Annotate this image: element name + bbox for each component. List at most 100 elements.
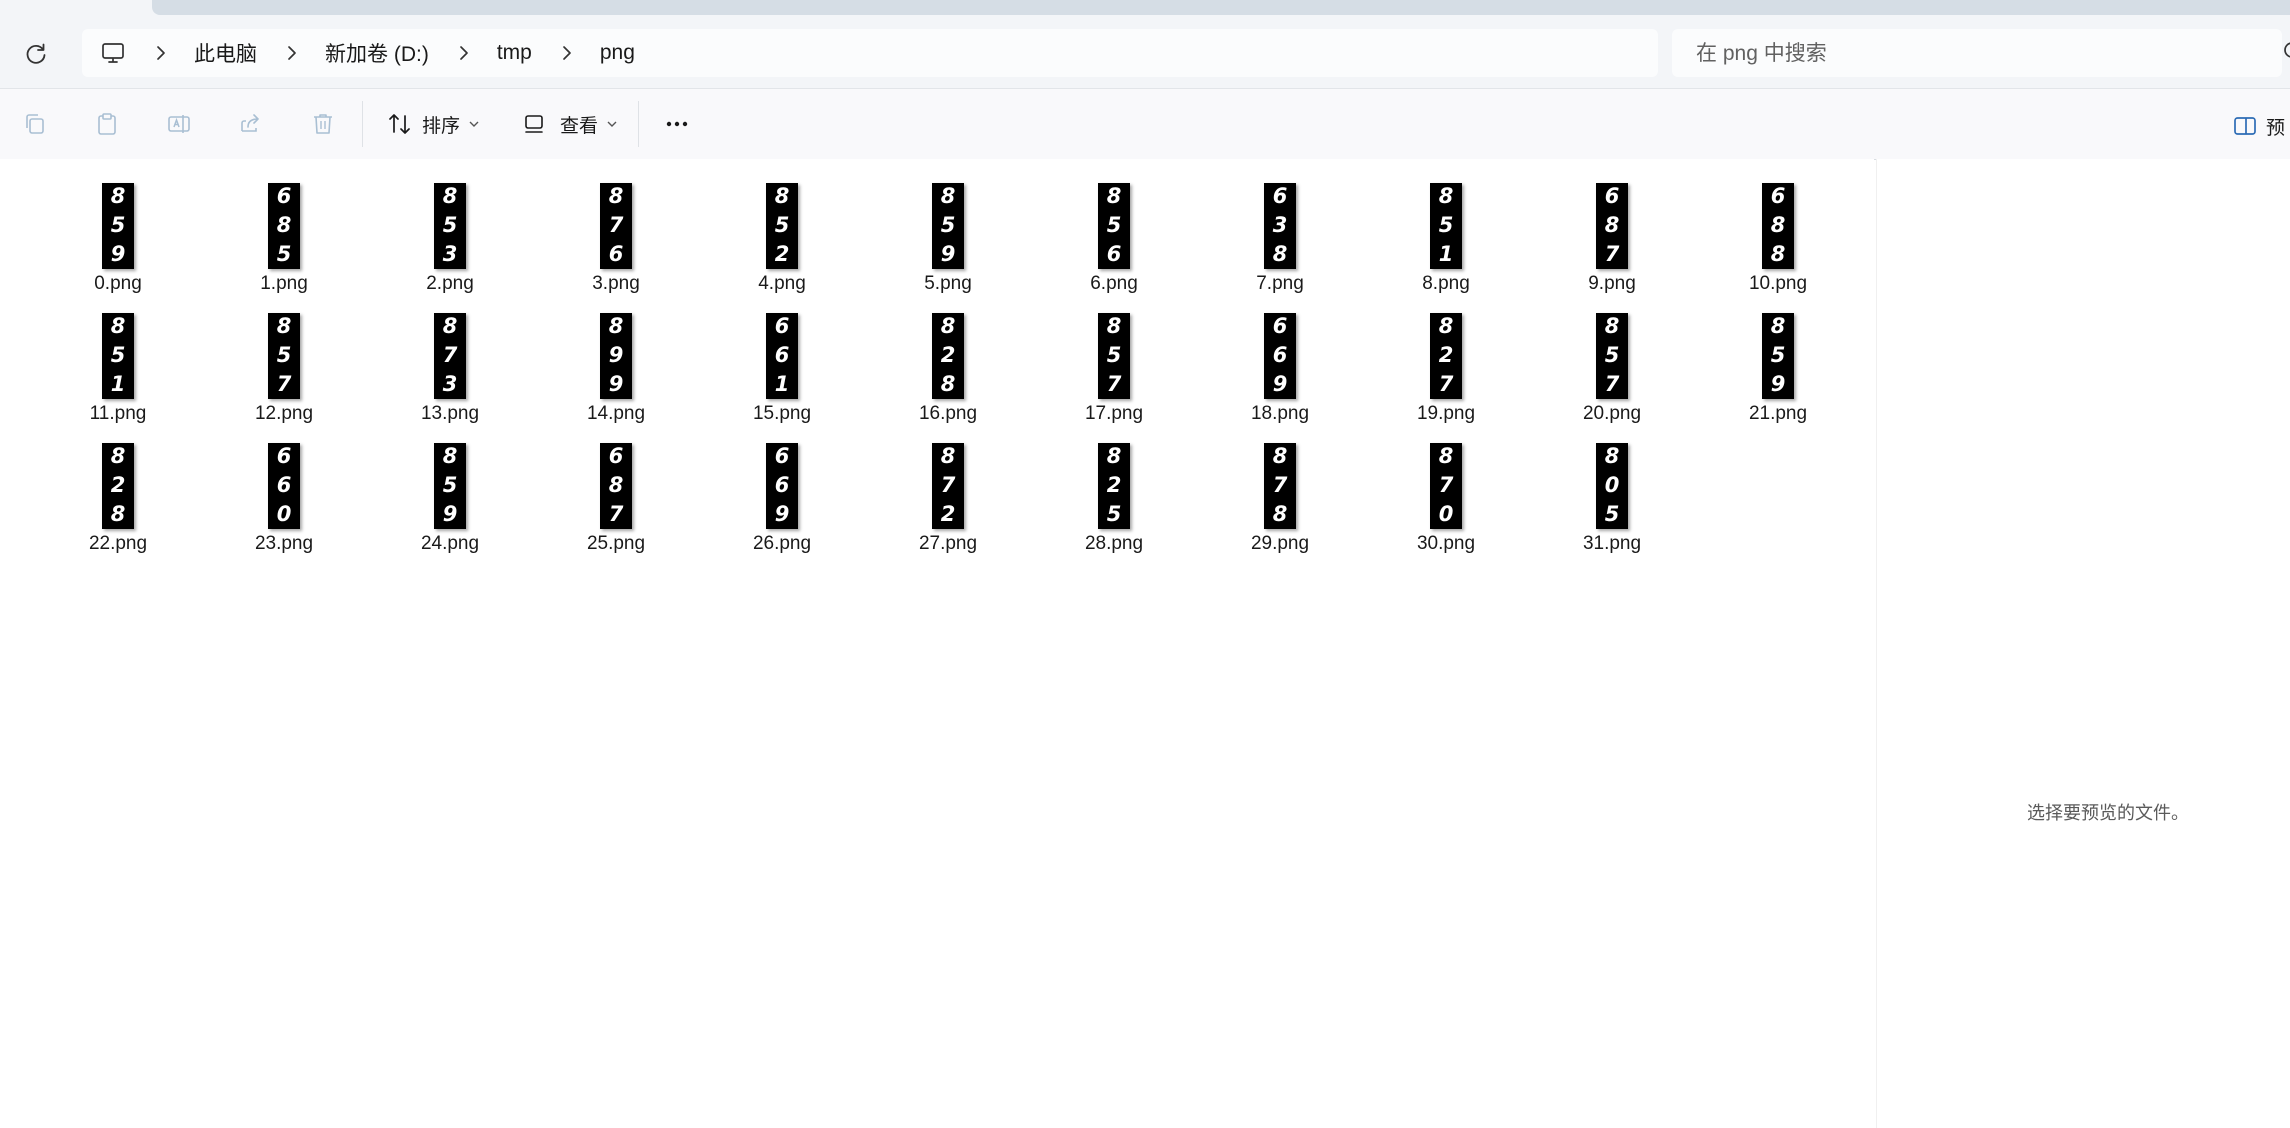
view-icon: [525, 115, 543, 133]
thumbnail-digit: 5: [1770, 342, 1786, 367]
rename-button[interactable]: [164, 109, 194, 139]
breadcrumb-tmp[interactable]: tmp: [497, 41, 532, 65]
delete-button[interactable]: [308, 109, 338, 139]
file-item[interactable]: 8 5 3 2.png: [380, 167, 520, 294]
address-bar-row: 此电脑 新加卷 (D:) tmp png: [0, 16, 2290, 88]
more-options-button[interactable]: [662, 109, 692, 139]
breadcrumb-this-pc[interactable]: 此电脑: [194, 38, 257, 68]
thumbnail-digit: 9: [1272, 371, 1288, 396]
thumbnail-digit: 8: [1604, 212, 1620, 237]
thumbnail-digit: 8: [110, 444, 126, 469]
chevron-right-icon[interactable]: [279, 40, 305, 66]
preview-pane-button[interactable]: 预: [2232, 111, 2285, 141]
active-tab[interactable]: [152, 0, 2290, 15]
file-item[interactable]: 8 5 2 4.png: [712, 167, 852, 294]
breadcrumb-png[interactable]: png: [600, 41, 635, 65]
file-item[interactable]: 8 7 0 30.png: [1376, 427, 1516, 554]
file-item[interactable]: 6 6 9 26.png: [712, 427, 852, 554]
refresh-button[interactable]: [20, 38, 52, 70]
file-name: 8.png: [1422, 273, 1470, 294]
trash-icon: [314, 114, 332, 134]
file-thumbnail: 8 5 9: [102, 183, 134, 269]
search-input[interactable]: [1694, 38, 2258, 70]
file-item[interactable]: 8 0 5 31.png: [1542, 427, 1682, 554]
file-item[interactable]: 8 2 8 16.png: [878, 297, 1018, 424]
copy-button[interactable]: [20, 109, 50, 139]
file-item[interactable]: 8 5 6 6.png: [1044, 167, 1184, 294]
file-name: 6.png: [1090, 273, 1138, 294]
sort-dropdown[interactable]: 排序: [386, 105, 480, 143]
file-item[interactable]: 8 7 3 13.png: [380, 297, 520, 424]
breadcrumb[interactable]: 此电脑 新加卷 (D:) tmp png: [82, 29, 1658, 77]
file-item[interactable]: 6 8 8 10.png: [1708, 167, 1848, 294]
file-item[interactable]: 6 3 8 7.png: [1210, 167, 1350, 294]
thumbnail-digit: 8: [276, 314, 292, 339]
thumbnail-digit: 5: [774, 212, 790, 237]
file-thumbnail: 8 5 1: [102, 313, 134, 399]
thumbnail-digit: 8: [608, 472, 624, 497]
file-name: 2.png: [426, 273, 474, 294]
file-name: 3.png: [592, 273, 640, 294]
file-item[interactable]: 8 5 9 0.png: [48, 167, 188, 294]
file-item[interactable]: 8 7 2 27.png: [878, 427, 1018, 554]
thumbnail-digit: 8: [1604, 444, 1620, 469]
file-item[interactable]: 6 6 0 23.png: [214, 427, 354, 554]
file-name: 13.png: [420, 403, 480, 424]
breadcrumb-volume-d[interactable]: 新加卷 (D:): [325, 38, 429, 68]
paste-button[interactable]: [92, 109, 122, 139]
preview-pane: 选择要预览的文件。: [1876, 159, 2290, 1128]
search-icon[interactable]: [2282, 40, 2290, 64]
file-name: 5.png: [924, 273, 972, 294]
file-item[interactable]: 8 2 7 19.png: [1376, 297, 1516, 424]
file-item[interactable]: 8 5 9 21.png: [1708, 297, 1848, 424]
file-thumbnail: 8 5 3: [434, 183, 466, 269]
thumbnail-digit: 6: [1770, 184, 1786, 209]
file-name: 28.png: [1084, 533, 1144, 554]
file-name: 12.png: [254, 403, 314, 424]
file-thumbnail: 8 7 2: [932, 443, 964, 529]
file-item[interactable]: 8 5 1 11.png: [48, 297, 188, 424]
file-thumbnail: 6 8 5: [268, 183, 300, 269]
file-item[interactable]: 6 8 5 1.png: [214, 167, 354, 294]
file-item[interactable]: 8 5 9 24.png: [380, 427, 520, 554]
file-item[interactable]: 8 5 7 17.png: [1044, 297, 1184, 424]
file-item[interactable]: 8 9 9 14.png: [546, 297, 686, 424]
thumbnail-digit: 3: [442, 241, 458, 266]
file-item[interactable]: 8 5 9 5.png: [878, 167, 1018, 294]
file-item[interactable]: 8 2 8 22.png: [48, 427, 188, 554]
file-item[interactable]: 6 8 7 25.png: [546, 427, 686, 554]
chevron-right-icon[interactable]: [148, 40, 174, 66]
thumbnail-digit: 8: [1272, 241, 1288, 266]
thumbnail-digit: 9: [1770, 371, 1786, 396]
thumbnail-digit: 5: [1604, 342, 1620, 367]
share-button[interactable]: [236, 109, 266, 139]
file-item[interactable]: 6 6 1 15.png: [712, 297, 852, 424]
thumbnail-digit: 5: [276, 241, 292, 266]
file-item[interactable]: 8 5 7 12.png: [214, 297, 354, 424]
file-name: 27.png: [918, 533, 978, 554]
view-dropdown[interactable]: 查看: [522, 105, 618, 143]
share-icon: [241, 114, 259, 132]
thumbnail-digit: 8: [1106, 444, 1122, 469]
thumbnail-digit: 8: [1438, 314, 1454, 339]
computer-icon[interactable]: [100, 40, 126, 66]
thumbnail-digit: 8: [940, 444, 956, 469]
thumbnail-digit: 7: [1604, 241, 1620, 266]
chevron-down-icon: [469, 121, 479, 127]
thumbnail-digit: 6: [774, 472, 790, 497]
file-item[interactable]: 6 6 9 18.png: [1210, 297, 1350, 424]
file-item[interactable]: 8 5 1 8.png: [1376, 167, 1516, 294]
file-item[interactable]: 8 7 6 3.png: [546, 167, 686, 294]
file-name: 11.png: [89, 403, 147, 424]
file-item[interactable]: 8 5 7 20.png: [1542, 297, 1682, 424]
file-name: 19.png: [1416, 403, 1476, 424]
file-item[interactable]: 6 8 7 9.png: [1542, 167, 1682, 294]
search-box[interactable]: [1672, 29, 2282, 77]
chevron-right-icon[interactable]: [451, 40, 477, 66]
file-item[interactable]: 8 2 5 28.png: [1044, 427, 1184, 554]
file-thumbnail: 8 2 8: [932, 313, 964, 399]
file-item[interactable]: 8 7 8 29.png: [1210, 427, 1350, 554]
thumbnail-digit: 2: [940, 501, 956, 526]
chevron-right-icon[interactable]: [554, 40, 580, 66]
thumbnail-digit: 8: [442, 314, 458, 339]
